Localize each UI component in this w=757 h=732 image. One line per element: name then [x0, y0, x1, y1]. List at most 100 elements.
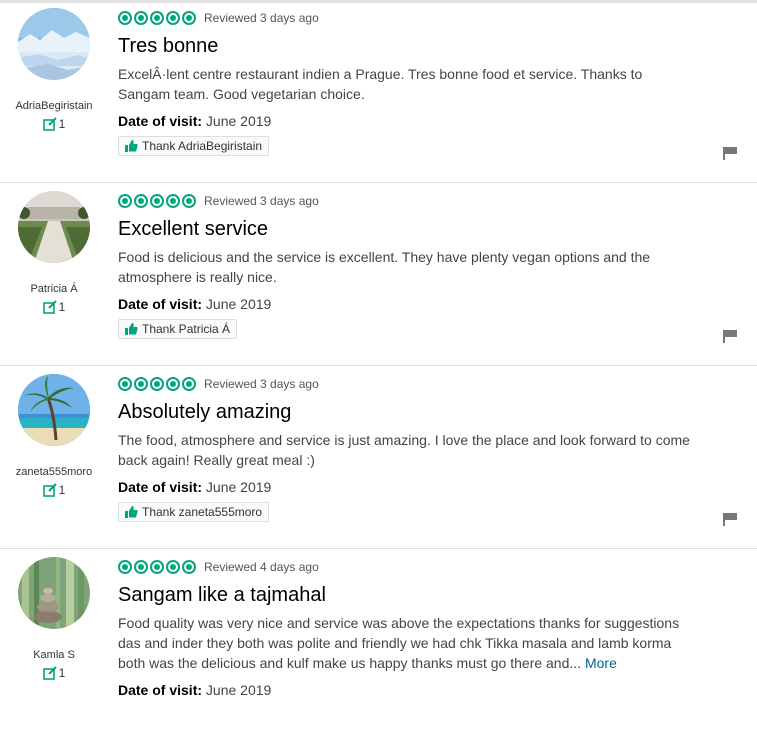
review-title[interactable]: Absolutely amazing — [118, 400, 718, 424]
reviewer-info: AdriaBegiristain 1 — [0, 0, 108, 131]
rating-bubble-icon — [150, 377, 164, 391]
contribution-count-value: 1 — [58, 300, 66, 314]
rating-bubble-icon — [134, 377, 148, 391]
review-content: Reviewed 4 days ago Sangam like a tajmah… — [118, 557, 718, 698]
reviewer-info: zaneta555moro 1 — [0, 366, 108, 497]
reviewer-info: Kamla S 1 — [0, 549, 108, 680]
rating-bubble-icon — [182, 11, 196, 25]
rating-bubble-icon — [134, 560, 148, 574]
review-text: ExcelÂ·lent centre restaurant indien a P… — [118, 66, 643, 102]
contribution-count-value: 1 — [58, 666, 66, 680]
rating-bubble-icon — [118, 560, 132, 574]
date-of-visit-label: Date of visit: — [118, 296, 203, 312]
date-of-visit-label: Date of visit: — [118, 113, 203, 129]
review-title[interactable]: Excellent service — [118, 217, 718, 241]
review-content: Reviewed 3 days ago Tres bonne ExcelÂ·le… — [118, 8, 718, 129]
review-date: Reviewed 3 days ago — [204, 11, 319, 25]
reviewer-info: Patricia Á 1 — [0, 183, 108, 314]
garden-photo-icon — [18, 191, 90, 263]
date-of-visit-label: Date of visit: — [118, 479, 203, 495]
date-of-visit-value: June 2019 — [205, 113, 272, 129]
review-date: Reviewed 4 days ago — [204, 560, 319, 574]
review-text: The food, atmosphere and service is just… — [118, 432, 690, 468]
thumbs-up-icon — [125, 140, 138, 152]
review-date: Reviewed 3 days ago — [204, 377, 319, 391]
rating-row: Reviewed 3 days ago — [118, 8, 718, 28]
contribution-count-value: 1 — [58, 117, 66, 131]
avatar[interactable] — [18, 8, 90, 80]
date-of-visit: Date of visit: June 2019 — [118, 296, 718, 312]
review-date: Reviewed 3 days ago — [204, 194, 319, 208]
rating-bubble-icon — [166, 377, 180, 391]
report-flag-icon[interactable] — [722, 146, 738, 160]
review-count-icon — [42, 117, 57, 131]
reviewer-username[interactable]: Kamla S — [0, 649, 108, 661]
review-list: AdriaBegiristain 1 Reviewed 3 days ago T… — [0, 0, 757, 732]
review-card: Kamla S 1 Reviewed 4 days ago Sangam lik… — [0, 549, 757, 732]
rating-bubble-icon — [150, 11, 164, 25]
rating-bubble-icon — [118, 194, 132, 208]
rating-bubble-icon — [134, 194, 148, 208]
rating-bubble-icon — [118, 377, 132, 391]
bamboo-stones-photo-icon — [18, 557, 90, 629]
report-flag-icon[interactable] — [722, 329, 738, 343]
contribution-count-value: 1 — [58, 483, 66, 497]
thank-button[interactable]: Thank zaneta555moro — [118, 502, 270, 522]
rating-bubbles — [118, 377, 196, 391]
rating-bubble-icon — [134, 11, 148, 25]
rating-bubble-icon — [166, 560, 180, 574]
review-content: Reviewed 3 days ago Excellent service Fo… — [118, 191, 718, 312]
date-of-visit-value: June 2019 — [205, 479, 272, 495]
thank-button-label: Thank Patricia Á — [142, 322, 231, 336]
rating-bubble-icon — [150, 560, 164, 574]
avatar[interactable] — [18, 557, 90, 629]
avatar[interactable] — [18, 374, 90, 446]
rating-bubbles — [118, 194, 196, 208]
rating-row: Reviewed 3 days ago — [118, 374, 718, 394]
date-of-visit: Date of visit: June 2019 — [118, 113, 718, 129]
rating-bubbles — [118, 560, 196, 574]
review-body: The food, atmosphere and service is just… — [118, 430, 693, 470]
rating-bubble-icon — [166, 194, 180, 208]
contribution-count: 1 — [0, 666, 108, 680]
rating-bubble-icon — [182, 377, 196, 391]
rating-bubble-icon — [182, 560, 196, 574]
review-count-icon — [42, 666, 57, 680]
reviewer-username[interactable]: Patricia Á — [0, 283, 108, 295]
review-card: AdriaBegiristain 1 Reviewed 3 days ago T… — [0, 0, 757, 183]
reviewer-username[interactable]: AdriaBegiristain — [0, 100, 108, 112]
review-count-icon — [42, 483, 57, 497]
thank-button[interactable]: Thank AdriaBegiristain — [118, 136, 270, 156]
contribution-count: 1 — [0, 300, 108, 314]
rating-row: Reviewed 4 days ago — [118, 557, 718, 577]
review-count-icon — [42, 300, 57, 314]
thank-button[interactable]: Thank Patricia Á — [118, 319, 238, 339]
rating-bubble-icon — [118, 11, 132, 25]
date-of-visit: Date of visit: June 2019 — [118, 682, 718, 698]
rating-bubble-icon — [166, 11, 180, 25]
thumbs-up-icon — [125, 323, 138, 335]
rating-bubbles — [118, 11, 196, 25]
thank-button-label: Thank zaneta555moro — [142, 505, 263, 519]
review-title[interactable]: Sangam like a tajmahal — [118, 583, 718, 607]
rating-row: Reviewed 3 days ago — [118, 191, 718, 211]
review-card: Patricia Á 1 Reviewed 3 days ago Excelle… — [0, 183, 757, 366]
date-of-visit: Date of visit: June 2019 — [118, 479, 718, 495]
more-link[interactable]: More — [585, 655, 617, 671]
avatar[interactable] — [18, 191, 90, 263]
rating-bubble-icon — [182, 194, 196, 208]
review-body: ExcelÂ·lent centre restaurant indien a P… — [118, 64, 693, 104]
review-body: Food is delicious and the service is exc… — [118, 247, 693, 287]
review-card: zaneta555moro 1 Reviewed 3 days ago Abso… — [0, 366, 757, 549]
thumbs-up-icon — [125, 506, 138, 518]
review-text: Food is delicious and the service is exc… — [118, 249, 651, 285]
thank-button-label: Thank AdriaBegiristain — [142, 139, 263, 153]
date-of-visit-label: Date of visit: — [118, 682, 203, 698]
glacier-photo-icon — [18, 8, 90, 80]
review-body: Food quality was very nice and service w… — [118, 613, 693, 673]
report-flag-icon[interactable] — [722, 512, 738, 526]
palm-beach-photo-icon — [18, 374, 90, 446]
reviewer-username[interactable]: zaneta555moro — [0, 466, 108, 478]
contribution-count: 1 — [0, 117, 108, 131]
review-title[interactable]: Tres bonne — [118, 34, 718, 58]
